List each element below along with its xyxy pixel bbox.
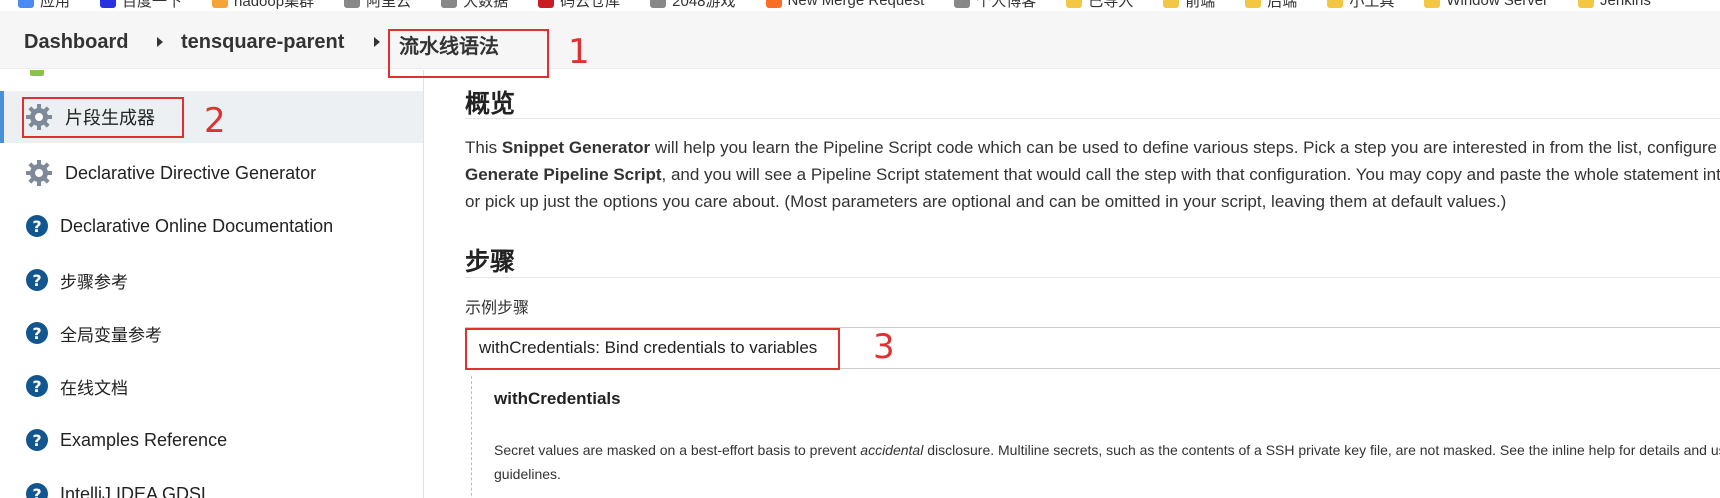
bookmarks-bar: 应用 百度一下 hadoop集群 阿里云 大数据 码云仓库 2048游戏 New… [0, 0, 1720, 11]
sidebar-item-examples-reference[interactable]: ? Examples Reference [0, 414, 423, 466]
bookmark-item[interactable]: 2048游戏 [650, 0, 736, 11]
apps-icon [18, 0, 34, 8]
folder-icon [212, 0, 229, 8]
bookmark-item[interactable]: Window Server [1424, 0, 1548, 9]
annotation-number-3: 3 [873, 327, 895, 367]
folder-icon [1424, 0, 1441, 8]
breadcrumb: Dashboard tensquare-parent 流水线语法 [0, 11, 1720, 69]
gear-icon [26, 160, 52, 186]
config-help-text: Secret values are masked on a best-effor… [494, 442, 1720, 482]
bookmark-item[interactable]: 个人博客 [954, 0, 1036, 11]
globe-icon [954, 0, 971, 8]
sidebar-item-label: 步骤参考 [60, 272, 128, 293]
help-icon: ? [26, 322, 48, 344]
bookmark-item[interactable]: 小工具 [1327, 0, 1394, 11]
folder-icon [1163, 0, 1180, 8]
overview-heading: 概览 [465, 89, 516, 118]
bookmark-item[interactable]: 前端 [1163, 0, 1215, 11]
folder-icon [1066, 0, 1083, 8]
annotation-number-2: 2 [204, 101, 226, 141]
sidebar-item-label: Declarative Online Documentation [60, 215, 334, 236]
back-icon [30, 70, 44, 76]
bookmark-item[interactable]: Jenkins [1578, 0, 1651, 9]
sidebar-item-label: 全局变量参考 [60, 325, 162, 346]
breadcrumb-dashboard[interactable]: Dashboard [24, 31, 128, 54]
folder-icon [1327, 0, 1344, 8]
help-icon: ? [26, 375, 48, 397]
main-content: 概览 This Snippet Generator will help you … [465, 70, 1720, 498]
baidu-icon [100, 0, 117, 8]
sidebar-item-online-documentation[interactable]: ? 在线文档 [0, 360, 423, 412]
globe-icon [441, 0, 458, 8]
breadcrumb-pipeline-syntax[interactable]: 流水线语法 [399, 30, 499, 59]
sidebar-item-label: Declarative Directive Generator [65, 162, 317, 183]
sidebar-item-label: 在线文档 [60, 378, 128, 399]
sidebar-item-declarative-directive-generator[interactable]: Declarative Directive Generator [0, 147, 423, 199]
breadcrumb-job[interactable]: tensquare-parent [181, 31, 344, 54]
breadcrumb-separator-icon[interactable] [157, 37, 163, 47]
bookmark-item[interactable]: New Merge Request [765, 0, 924, 9]
step-config-panel: withCredentials Secret values are masked… [471, 376, 1720, 498]
bookmark-item[interactable]: 应用 [18, 0, 70, 11]
bookmark-item[interactable]: hadoop集群 [212, 0, 314, 11]
sidebar-item-intellij-idea-gdsl[interactable]: ? IntelliJ IDEA GDSL [0, 468, 423, 498]
sidebar-item-label: IntelliJ IDEA GDSL [60, 483, 212, 498]
sidebar-item-label: Examples Reference [60, 429, 228, 450]
gear-icon [26, 104, 52, 130]
sidebar-item-label: 片段生成器 [65, 108, 155, 129]
globe-icon [344, 0, 361, 8]
globe-icon [650, 0, 667, 8]
folder-icon [1578, 0, 1595, 8]
sidebar-item-steps-reference[interactable]: ? 步骤参考 [0, 254, 423, 306]
config-title: withCredentials [494, 389, 621, 408]
bookmark-item[interactable]: 已导入 [1066, 0, 1133, 11]
overview-description: This Snippet Generator will help you lea… [465, 138, 1720, 211]
generate-pipeline-script-term: Generate Pipeline Script [465, 165, 662, 184]
bookmark-item[interactable]: 后端 [1245, 0, 1297, 11]
gitlab-icon [765, 0, 782, 8]
bookmark-item[interactable]: 百度一下 [100, 0, 182, 11]
divider [465, 118, 1720, 119]
sample-step-select[interactable]: withCredentials: Bind credentials to var… [465, 327, 1720, 369]
annotation-number-1: 1 [568, 32, 590, 72]
help-icon: ? [26, 269, 48, 291]
steps-heading: 步骤 [465, 247, 516, 276]
divider [465, 277, 1720, 278]
sample-step-label: 示例步骤 [465, 298, 530, 317]
bookmark-item[interactable]: 码云仓库 [538, 0, 620, 11]
sidebar-item-declarative-online-documentation[interactable]: ? Declarative Online Documentation [0, 200, 423, 252]
help-icon: ? [26, 483, 48, 498]
gitee-icon [538, 0, 555, 8]
help-icon: ? [26, 429, 48, 451]
snippet-generator-term: Snippet Generator [501, 138, 651, 157]
bookmark-item[interactable]: 大数据 [441, 0, 508, 11]
folder-icon [1245, 0, 1262, 8]
sidebar-item-global-variables-reference[interactable]: ? 全局变量参考 [0, 307, 423, 359]
breadcrumb-separator-icon[interactable] [374, 37, 380, 47]
sample-step-selected-value: withCredentials: Bind credentials to var… [479, 338, 818, 357]
help-icon: ? [26, 215, 48, 237]
bookmark-item[interactable]: 阿里云 [344, 0, 411, 11]
